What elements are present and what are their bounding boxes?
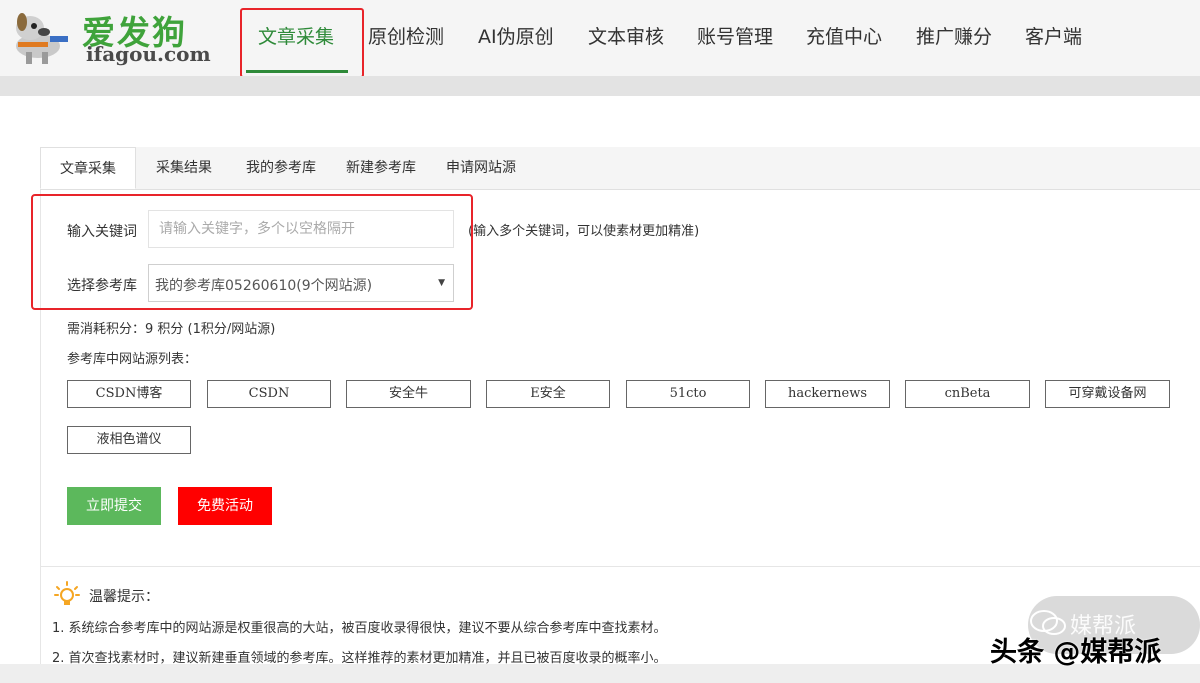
source-item[interactable]: 可穿戴设备网 [1045,380,1170,408]
source-item[interactable]: 安全牛 [346,380,471,408]
nav-item-text-review[interactable]: 文本审核 [588,22,664,49]
tab-new-library[interactable]: 新建参考库 [336,147,426,189]
tips-title: 温馨提示： [89,589,159,605]
highlight-box-nav [240,8,364,78]
lightbulb-icon [54,581,80,605]
nav-item-originality-check[interactable]: 原创检测 [368,22,444,49]
source-item[interactable]: cnBeta [905,380,1030,408]
tab-article-collect[interactable]: 文章采集 [40,147,136,189]
nav-item-client[interactable]: 客户端 [1025,22,1082,49]
top-header: 爱发狗 ifagou.com 文章采集 原创检测 AI伪原创 文本审核 账号管理… [0,0,1200,76]
brand-domain: ifagou.com [86,42,211,66]
header-divider-band [0,76,1200,96]
source-item[interactable]: 51cto [626,380,750,408]
sources-title: 参考库中网站源列表： [67,352,198,367]
tip-item: 1. 系统综合参考库中的网站源是权重很高的大站，被百度收录得很快，建议不要从综合… [52,621,667,636]
nav-item-recharge[interactable]: 充值中心 [806,22,882,49]
cost-info: 需消耗积分：9 积分 (1积分/网站源) [67,322,276,337]
keyword-hint: (输入多个关键词，可以使素材更加精准) [468,224,700,239]
nav-item-referral[interactable]: 推广赚分 [916,22,992,49]
submit-button[interactable]: 立即提交 [67,487,161,525]
tab-apply-source[interactable]: 申请网站源 [436,147,526,189]
tab-my-libraries[interactable]: 我的参考库 [236,147,326,189]
free-activity-button[interactable]: 免费活动 [178,487,272,525]
highlight-box-form [31,194,473,310]
source-item[interactable]: CSDN博客 [67,380,191,408]
tab-collect-results[interactable]: 采集结果 [142,147,226,189]
source-item[interactable]: CSDN [207,380,331,408]
source-item[interactable]: hackernews [765,380,890,408]
source-item[interactable]: 液相色谱仪 [67,426,191,454]
nav-item-account[interactable]: 账号管理 [697,22,773,49]
watermark-text: 头条 @媒帮派 [990,637,1162,668]
site-logo[interactable]: 爱发狗 ifagou.com [8,4,211,70]
source-item[interactable]: E安全 [486,380,610,408]
dog-mascot-icon [16,13,68,64]
nav-item-ai-rewrite[interactable]: AI伪原创 [478,22,554,49]
section-divider [40,566,1200,567]
